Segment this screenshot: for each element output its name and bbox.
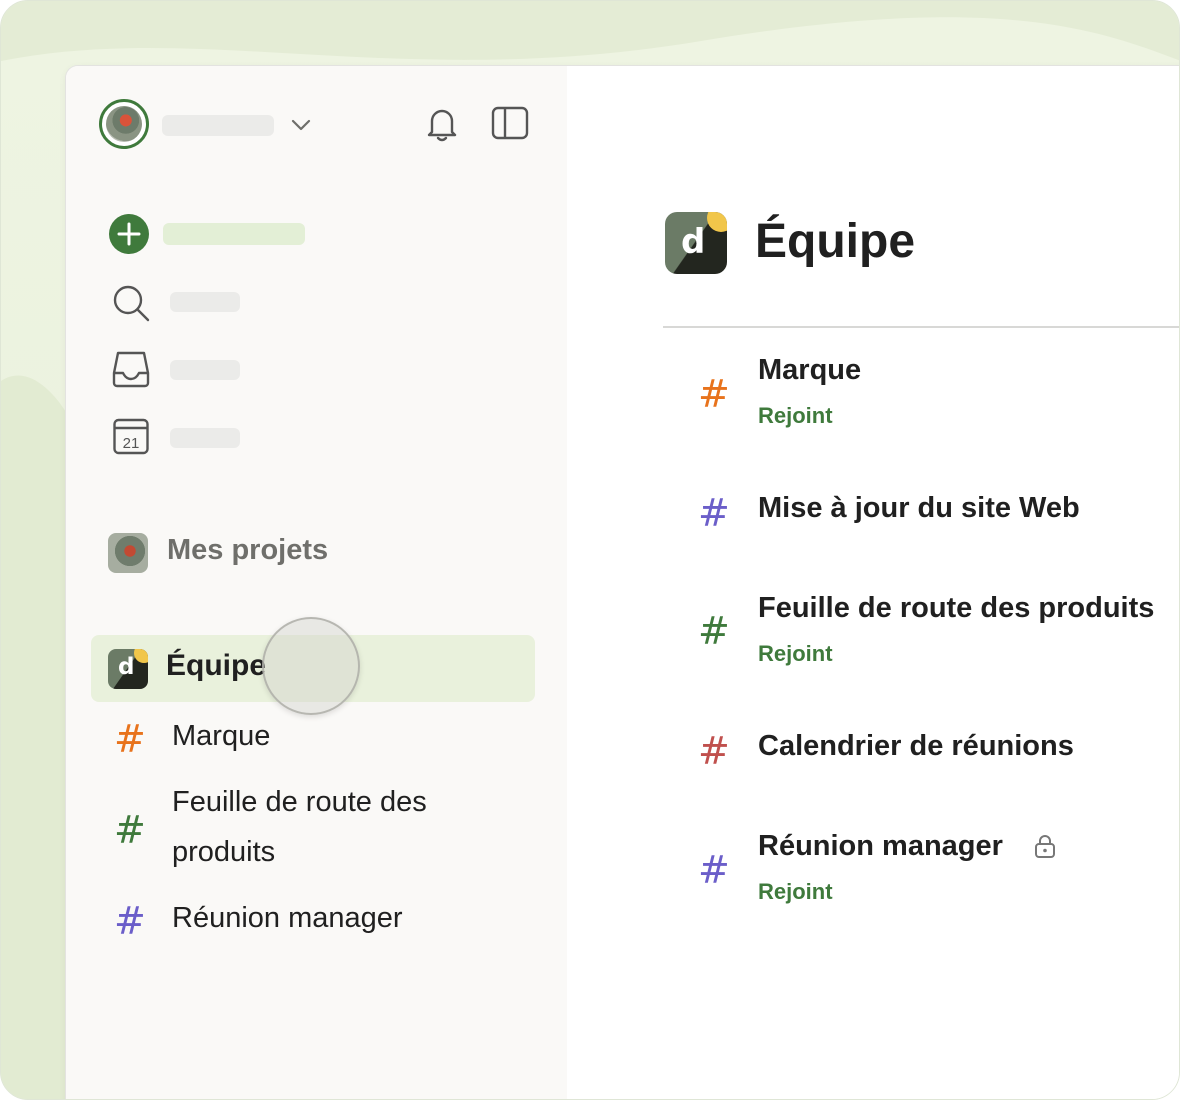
app-frame: 21 Mes projets d Équipe # Marque # Feuil… (0, 0, 1180, 1100)
hash-icon: # (698, 609, 730, 653)
hash-icon: # (114, 899, 146, 943)
calendar-label-placeholder[interactable] (170, 428, 240, 448)
chevron-down-icon[interactable] (289, 115, 313, 135)
add-task-label-placeholder[interactable] (163, 223, 305, 245)
user-name-placeholder (162, 115, 274, 136)
sidebar-team-label[interactable]: Équipe (166, 649, 266, 683)
divider (663, 326, 1179, 328)
main-content: d Équipe # Marque Rejoint # Mise à jour … (567, 66, 1179, 1099)
hash-icon: # (698, 491, 730, 535)
app-window: 21 Mes projets d Équipe # Marque # Feuil… (66, 66, 1179, 1099)
hash-icon: # (114, 808, 146, 852)
sidebar-toggle-icon[interactable] (490, 105, 530, 141)
hash-icon: # (698, 372, 730, 416)
joined-status: Rejoint (758, 641, 833, 666)
avatar[interactable] (99, 99, 149, 149)
project-name-website-update[interactable]: Mise à jour du site Web (758, 492, 1080, 525)
sidebar-item-manager-meeting[interactable]: Réunion manager (172, 893, 403, 943)
cursor-indicator (262, 617, 360, 715)
project-name-roadmap[interactable]: Feuille de route des produits (758, 592, 1154, 625)
joined-status: Rejoint (758, 403, 833, 428)
sidebar-item-marque[interactable]: Marque (172, 711, 270, 761)
hash-icon: # (698, 848, 730, 892)
inbox-icon[interactable] (110, 349, 152, 389)
calendar-icon[interactable]: 21 (112, 416, 150, 456)
my-projects-heading[interactable]: Mes projets (167, 534, 328, 567)
search-label-placeholder[interactable] (170, 292, 240, 312)
my-projects-avatar (108, 533, 148, 573)
page-title: Équipe (755, 215, 916, 268)
calendar-day: 21 (123, 435, 140, 452)
search-icon[interactable] (110, 282, 152, 324)
avatar-image (106, 106, 142, 142)
project-name-manager-meeting[interactable]: Réunion manager (758, 830, 1003, 863)
project-name-meeting-calendar[interactable]: Calendrier de réunions (758, 730, 1074, 763)
joined-status: Rejoint (758, 879, 833, 904)
sidebar: 21 Mes projets d Équipe # Marque # Feuil… (66, 66, 567, 1099)
team-logo: d (108, 649, 148, 689)
sidebar-item-roadmap[interactable]: Feuille de route des produits (172, 777, 492, 877)
team-logo-large: d (665, 212, 727, 274)
project-name-marque[interactable]: Marque (758, 354, 861, 387)
hash-icon: # (698, 729, 730, 773)
lock-icon (1035, 835, 1055, 858)
inbox-label-placeholder[interactable] (170, 360, 240, 380)
hash-icon: # (114, 717, 146, 761)
bell-icon[interactable] (424, 104, 460, 144)
add-task-icon[interactable] (109, 214, 149, 254)
